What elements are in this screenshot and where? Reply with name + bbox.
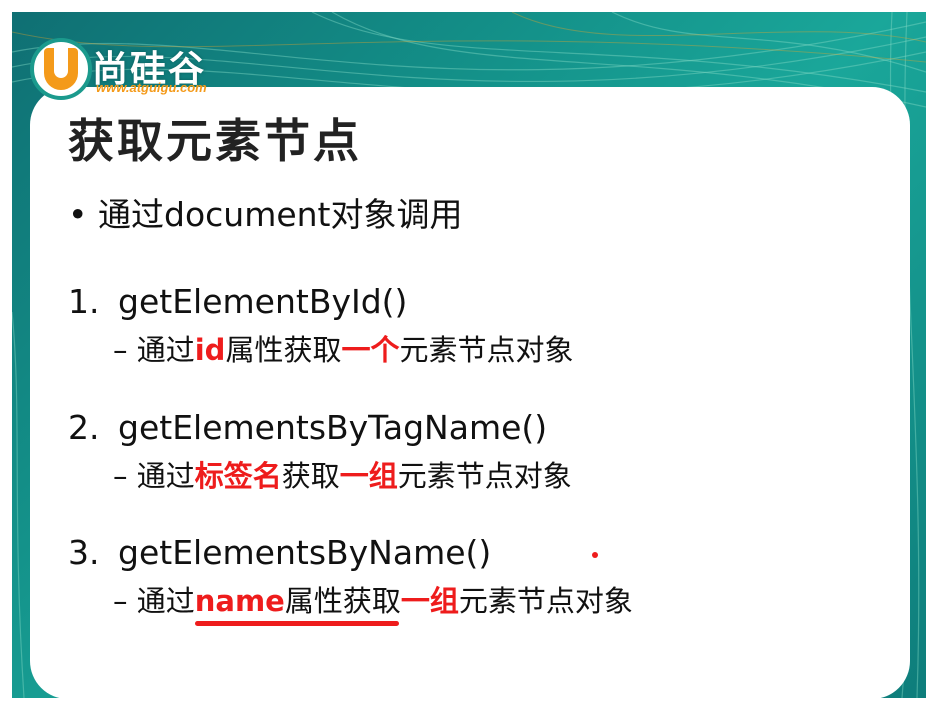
desc-part: 元素节点对象 [399, 333, 574, 367]
desc-highlight: id [194, 333, 226, 367]
logo-u-icon [30, 38, 92, 100]
method-item-2: 2. getElementsByTagName() [68, 408, 547, 447]
desc-part: 通过 [136, 333, 195, 367]
method-desc-3: – 通过name属性获取一组元素节点对象 [113, 578, 633, 620]
desc-highlight: 标签名 [194, 459, 282, 493]
bullet-line: • 通过document对象调用 [68, 188, 463, 236]
logo-url: www.atguigu.com [96, 80, 207, 95]
desc-highlight: 一组 [339, 459, 398, 493]
desc-part: 通过 [136, 584, 195, 618]
laser-pointer-dot-icon [592, 552, 598, 558]
item-number: 2. [68, 408, 100, 447]
desc-part: 属性获取 [225, 333, 342, 367]
desc-highlight: 一组 [400, 584, 459, 618]
method-desc-1: – 通过id属性获取一个元素节点对象 [113, 327, 573, 369]
method-item-1: 1. getElementById() [68, 282, 407, 321]
method-desc-2: – 通过标签名获取一组元素节点对象 [113, 453, 572, 495]
item-number: 3. [68, 533, 100, 572]
desc-part: 获取 [281, 459, 340, 493]
bullet-dot-icon: • [68, 195, 88, 234]
desc-part: 通过 [136, 459, 195, 493]
desc-part: 元素节点对象 [397, 459, 572, 493]
dash: – [113, 333, 128, 367]
method-name: getElementById() [118, 282, 408, 321]
slide: 尚硅谷 www.atguigu.com 获取元素节点 • 通过document对象… [0, 0, 938, 713]
slide-title: 获取元素节点 [68, 114, 362, 168]
desc-part: 属性获取 [284, 584, 401, 618]
item-number: 1. [68, 282, 100, 321]
atguigu-logo: 尚硅谷 www.atguigu.com [30, 38, 260, 102]
method-name: getElementsByName() [118, 533, 492, 572]
desc-highlight: 一个 [341, 333, 400, 367]
dash: – [113, 584, 128, 618]
desc-highlight: name [194, 584, 285, 618]
desc-part: 元素节点对象 [458, 584, 633, 618]
bullet-text: 通过document对象调用 [98, 195, 463, 234]
annotation-underline [195, 621, 399, 626]
dash: – [113, 459, 128, 493]
method-item-3: 3. getElementsByName() [68, 533, 491, 572]
method-name: getElementsByTagName() [118, 408, 548, 447]
